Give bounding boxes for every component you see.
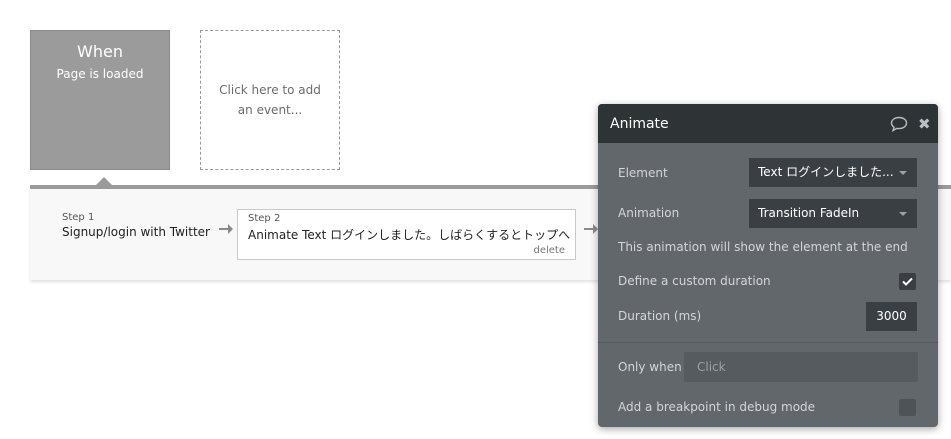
- event-when-page-loaded[interactable]: When Page is loaded: [30, 30, 170, 170]
- add-event-button[interactable]: Click here to add an event...: [200, 30, 340, 170]
- only-when-input[interactable]: Click: [684, 352, 918, 382]
- duration-label: Duration (ms): [618, 309, 702, 323]
- step-2-title: Animate Text ログインしました。しばらくするとトップへ: [248, 228, 571, 242]
- selected-event-pointer: [96, 177, 112, 185]
- chevron-down-icon: [899, 171, 907, 175]
- step-2-label: Step 2: [248, 213, 281, 224]
- chevron-down-icon: [899, 212, 907, 216]
- panel-divider: [598, 342, 938, 343]
- panel-header: Animate ✖: [598, 104, 938, 143]
- animation-dropdown[interactable]: Transition FadeIn: [749, 199, 917, 228]
- delete-step-link[interactable]: delete: [533, 245, 565, 256]
- only-when-label: Only when: [618, 360, 682, 374]
- animation-dropdown-value: Transition FadeIn: [758, 206, 860, 220]
- element-dropdown[interactable]: Text ログインしました...: [749, 158, 917, 187]
- arrow-right-icon: [584, 223, 598, 239]
- duration-input[interactable]: 3000: [866, 302, 917, 331]
- panel-title: Animate: [610, 116, 669, 132]
- element-label: Element: [618, 166, 668, 180]
- arrow-right-icon: [219, 223, 233, 239]
- close-icon[interactable]: ✖: [918, 115, 931, 133]
- event-title: When: [77, 42, 123, 61]
- step-1-title: Signup/login with Twitter: [62, 225, 210, 239]
- step-2[interactable]: Step 2 Animate Text ログインしました。しばらくするとトップへ…: [237, 209, 576, 260]
- comment-icon[interactable]: [890, 116, 908, 136]
- element-dropdown-value: Text ログインしました...: [758, 165, 894, 179]
- only-when-placeholder: Click: [697, 360, 726, 374]
- custom-duration-checkbox[interactable]: [899, 273, 916, 290]
- custom-duration-label: Define a custom duration: [618, 274, 771, 288]
- animate-action-panel: Animate ✖ Element Text ログインしました... Anima…: [598, 104, 938, 427]
- event-subtitle: Page is loaded: [56, 67, 144, 81]
- breakpoint-checkbox[interactable]: [899, 399, 916, 416]
- step-1[interactable]: Step 1 Signup/login with Twitter: [62, 212, 210, 239]
- animation-label: Animation: [618, 206, 680, 220]
- step-1-label: Step 1: [62, 212, 95, 223]
- add-event-label: Click here to add an event...: [219, 83, 321, 117]
- check-icon: [902, 277, 913, 286]
- breakpoint-label: Add a breakpoint in debug mode: [618, 400, 816, 414]
- animation-note: This animation will show the element at …: [618, 240, 908, 254]
